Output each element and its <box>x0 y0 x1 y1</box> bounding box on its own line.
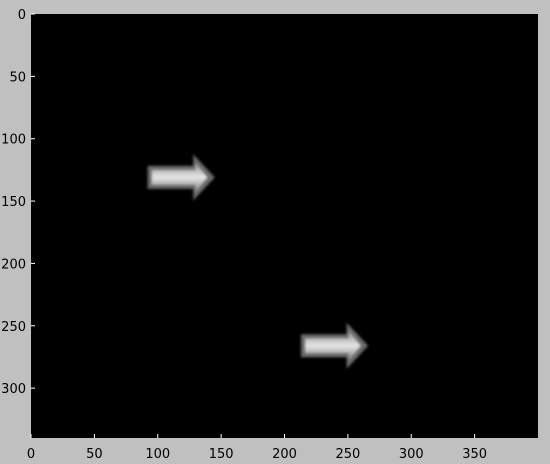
plot-area <box>31 14 538 438</box>
y-tick-label: 150 <box>1 195 26 210</box>
x-tick-label: 300 <box>399 447 424 462</box>
x-tick-label: 250 <box>335 447 360 462</box>
x-tick-label: 0 <box>27 447 35 462</box>
x-tick-label: 350 <box>462 447 487 462</box>
x-tick-label: 200 <box>272 447 297 462</box>
y-tick-label: 50 <box>9 70 26 85</box>
y-tick-label: 250 <box>1 320 26 335</box>
y-tick-label: 100 <box>1 133 26 148</box>
image-plot: 0 50 100 150 200 250 300 350 0 50 100 150 200 250 300 <box>1 8 538 462</box>
y-tick-label: 0 <box>18 8 26 23</box>
x-tick-label: 100 <box>145 447 170 462</box>
x-tick-label: 50 <box>86 447 103 462</box>
figure: 0 50 100 150 200 250 300 350 0 50 100 150 200 250 300 <box>0 0 550 464</box>
y-tick-label: 200 <box>1 257 26 272</box>
y-tick-label: 300 <box>1 382 26 397</box>
x-tick-label: 150 <box>209 447 234 462</box>
